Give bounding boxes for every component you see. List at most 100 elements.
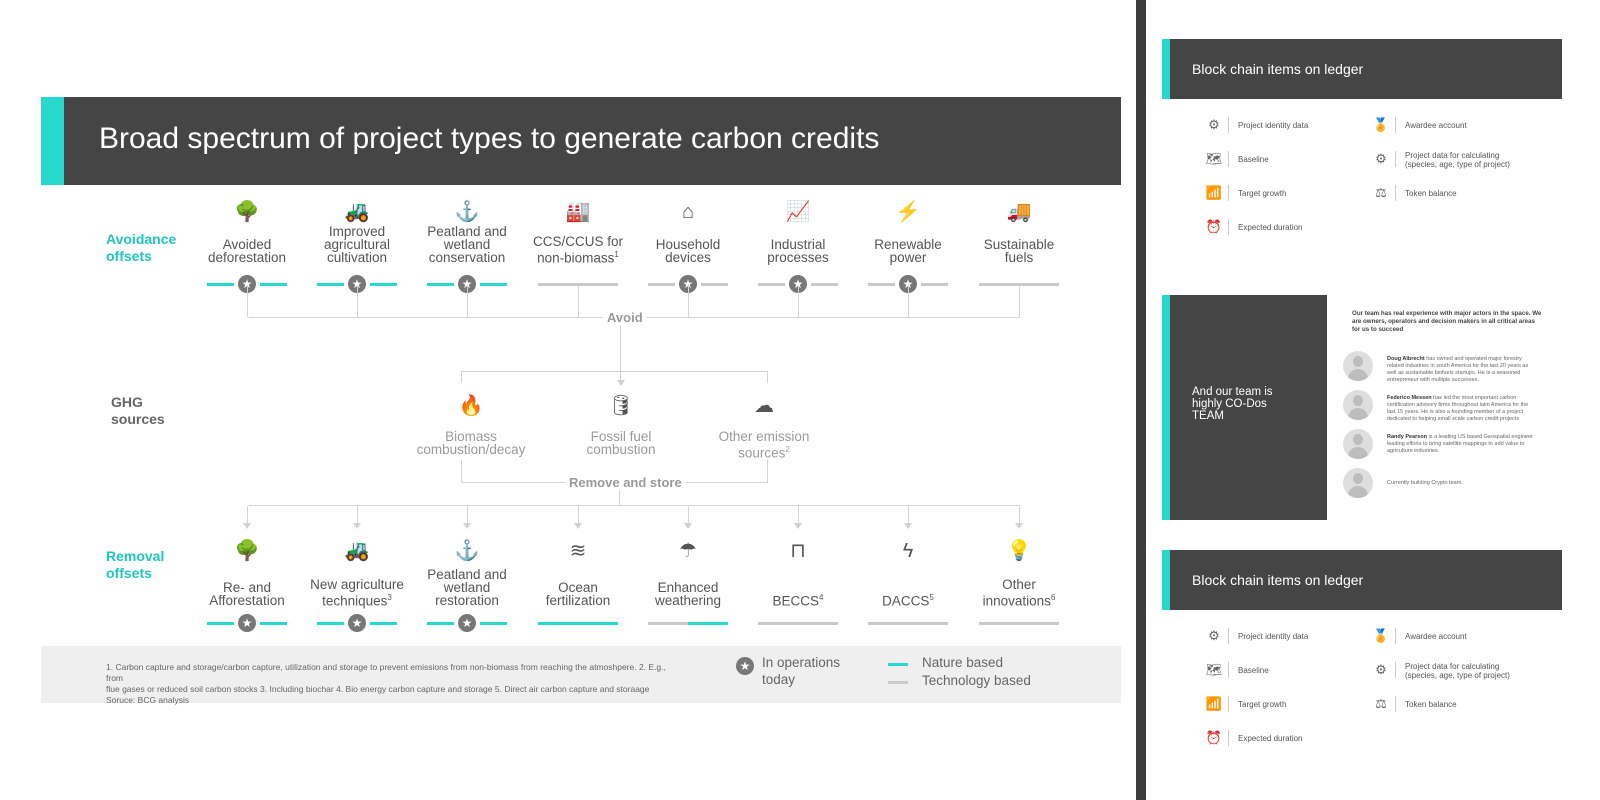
removal-label: DACCS5 — [848, 591, 968, 608]
down-arrow — [463, 523, 471, 529]
operations-star-icon: ★ — [348, 614, 366, 632]
gear-icon: ⚙ — [1208, 117, 1220, 132]
separator — [1395, 151, 1396, 167]
legend-tech-swatch — [888, 681, 908, 684]
separator — [1228, 662, 1229, 678]
removal-label: Enhanced weathering — [628, 581, 748, 608]
ghg-source-label: Biomass combustion/decay — [406, 430, 536, 457]
wind-turbine-icon: ⚡ — [895, 201, 921, 223]
down-arrow — [904, 523, 912, 529]
removal-text: Other innovations — [982, 576, 1051, 608]
map-icon: 🗺 — [1205, 151, 1223, 166]
fuel-barrel-icon: 🛢 — [608, 395, 634, 417]
ledger-item: Token balance — [1405, 189, 1457, 198]
flame-icon: 🔥 — [458, 395, 484, 417]
connector-stub — [688, 506, 689, 524]
down-arrow — [794, 523, 802, 529]
ledger-item: Project identity data — [1238, 632, 1309, 641]
down-arrow — [353, 523, 361, 529]
connector-stub — [1019, 285, 1020, 317]
avoidance-text: Sustainable fuels — [983, 237, 1055, 265]
avoidance-offsets-label: Avoidance offsets — [106, 231, 177, 264]
ledger-item: Expected duration — [1238, 223, 1303, 232]
ledger-accent-1 — [1162, 39, 1170, 99]
legend-tech: Technology based — [922, 673, 1031, 688]
team-accent — [1162, 295, 1170, 520]
down-arrow — [1015, 523, 1023, 529]
avoidance-text: Improved agricultural cultivation — [323, 224, 391, 265]
growth-chart-icon: 📶 — [1205, 696, 1223, 711]
operations-star-icon: ★ — [238, 614, 256, 632]
separator — [1228, 696, 1229, 712]
connector-stub — [798, 285, 799, 317]
ledger-item: Awardee account — [1405, 632, 1467, 641]
ledger-item: Token balance — [1405, 700, 1457, 709]
footnote-ref: 5 — [929, 592, 934, 602]
ledger-item: Project data for calculating (species, a… — [1405, 662, 1510, 680]
down-arrow — [574, 523, 582, 529]
panel-divider — [1136, 0, 1146, 800]
legend-nature: Nature based — [922, 655, 1004, 670]
gear-icon: ⚙ — [1375, 662, 1387, 677]
team-member-name: Randy Pearson — [1387, 434, 1428, 440]
footnote-ref: 2 — [785, 445, 790, 454]
avoidance-text: CCS/CCUS for non-biomass — [532, 233, 623, 265]
connector-stub — [357, 285, 358, 317]
tech-line — [758, 622, 838, 625]
separator — [1228, 151, 1229, 167]
avoidance-label: Industrial processes — [738, 237, 858, 265]
avoidance-label: Peatland and wetland conservation — [407, 225, 527, 265]
connector-stub — [798, 506, 799, 524]
avoidance-label: Renewable power — [848, 238, 968, 265]
trees-icon: 🌳 — [234, 201, 260, 223]
avoid-label: Avoid — [603, 310, 647, 325]
team-member-bio: Doug Albrecht has owned and operated maj… — [1387, 356, 1537, 384]
team-member-bio: Currently building Crypto team. — [1387, 480, 1537, 487]
team-member-text: Currently building Crypto team. — [1387, 480, 1463, 486]
connector-stub — [357, 506, 358, 524]
ghg-left-down — [461, 460, 462, 482]
ghg-source-label: Other emission sources2 — [699, 430, 829, 460]
award-icon: 🏅 — [1372, 628, 1390, 643]
cloud-icon: ☁ — [754, 395, 774, 417]
footnote-ref: 6 — [1050, 592, 1056, 602]
nature-line — [538, 622, 618, 625]
page-title: Broad spectrum of project types to gener… — [99, 122, 880, 155]
avoidance-text: Household devices — [655, 237, 721, 265]
ledger-title-1: Block chain items on ledger — [1192, 61, 1364, 77]
avoidance-label: CCS/CCUS for non-biomass1 — [518, 233, 638, 265]
connector-stub — [247, 506, 248, 524]
connector-stub — [1019, 506, 1020, 524]
team-title: And our team is highly CO-Dos TEAM — [1192, 386, 1273, 422]
house-icon: ⌂ — [681, 201, 695, 223]
tractor-icon: 🚜 — [344, 540, 370, 562]
anchor-icon: ⚓ — [454, 540, 480, 562]
ledger-accent-2 — [1162, 550, 1170, 610]
removal-text: Peatland and wetland restoration — [427, 567, 507, 608]
gear-icon: ⚙ — [1208, 628, 1220, 643]
avoidance-text: Avoided deforestation — [207, 237, 287, 265]
removal-label: Peatland and wetland restoration — [407, 567, 527, 608]
ledger-item: Baseline — [1238, 666, 1269, 675]
avoidance-label: Sustainable fuels — [959, 237, 1079, 265]
growth-chart-icon: 📶 — [1205, 185, 1223, 200]
lightbulb-icon: 💡 — [1006, 540, 1032, 562]
team-member-bio: Randy Pearson is a leading US based Geos… — [1387, 434, 1537, 455]
avatar — [1343, 390, 1373, 420]
footnote-ref: 1 — [614, 249, 619, 259]
connector-stub — [578, 506, 579, 524]
separator — [1395, 185, 1396, 201]
removal-text: DACCS — [882, 593, 930, 608]
ghg-top-connector — [461, 371, 768, 372]
avoid-arrow — [617, 380, 625, 386]
ledger-title-2: Block chain items on ledger — [1192, 572, 1364, 588]
ghg-sources-label: GHG sources — [111, 394, 165, 427]
removal-label: Other innovations6 — [959, 576, 1079, 608]
ghg-source-text: Fossil fuel combustion — [586, 429, 656, 457]
pipes-icon: ⊓ — [790, 540, 806, 562]
team-member-name: Federico Messen — [1387, 395, 1432, 401]
alarm-clock-icon: ⏰ — [1205, 219, 1223, 234]
footnotes: 1. Carbon capture and storage/carbon cap… — [106, 662, 666, 705]
avoidance-text: Industrial processes — [767, 237, 829, 265]
ghg-left-tick — [461, 371, 462, 383]
